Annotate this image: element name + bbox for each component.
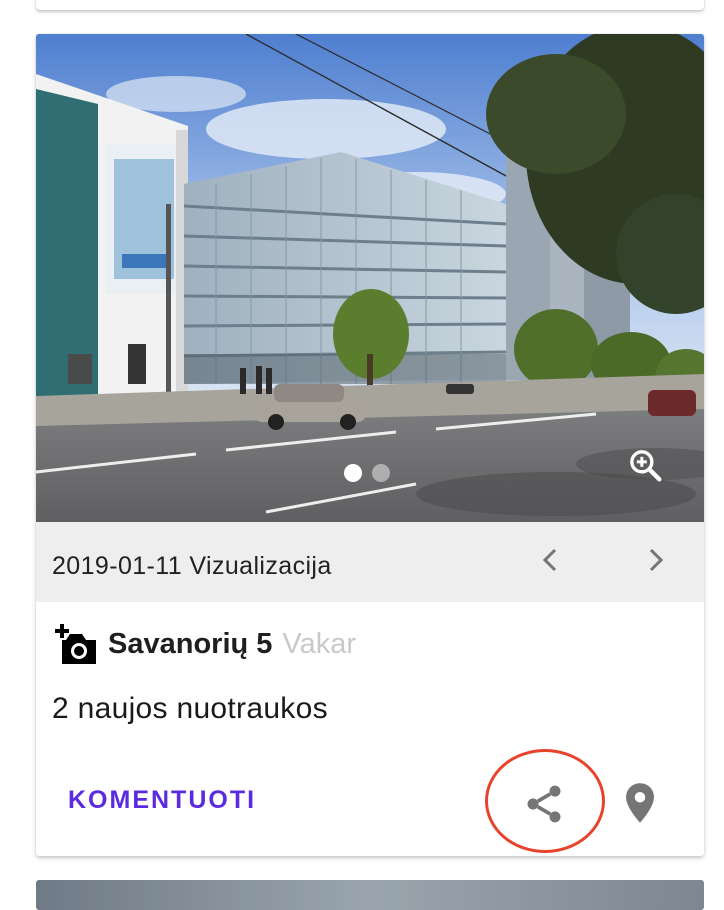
post-street[interactable]: Savanorių 5 bbox=[108, 628, 272, 661]
slide-dot-1[interactable] bbox=[344, 464, 362, 482]
post-photo[interactable] bbox=[36, 34, 704, 522]
post-description: 2 naujos nuotraukos bbox=[52, 692, 328, 725]
comment-button[interactable]: KOMENTUOTI bbox=[68, 786, 256, 815]
previous-card-edge bbox=[36, 0, 704, 10]
chevron-left-icon[interactable] bbox=[534, 542, 566, 578]
photo-caption-bar: 2019-01-11 Vizualizacija bbox=[36, 522, 704, 602]
next-card-edge bbox=[36, 880, 704, 910]
post-time: Vakar bbox=[282, 627, 357, 660]
chevron-right-icon[interactable] bbox=[640, 542, 672, 578]
post-header: Savanorių 5 Vakar bbox=[52, 622, 356, 666]
photo-illustration bbox=[36, 34, 704, 522]
add-photo-icon bbox=[52, 622, 100, 666]
slide-dot-2[interactable] bbox=[372, 464, 390, 482]
zoom-in-icon[interactable] bbox=[626, 446, 666, 486]
post-card: 2019-01-11 Vizualizacija Savanorių 5 Vak… bbox=[36, 34, 704, 856]
slide-indicator[interactable] bbox=[344, 464, 390, 482]
photo-caption: 2019-01-11 Vizualizacija bbox=[52, 552, 332, 580]
map-pin-icon[interactable] bbox=[620, 780, 660, 826]
share-icon[interactable] bbox=[522, 782, 566, 826]
